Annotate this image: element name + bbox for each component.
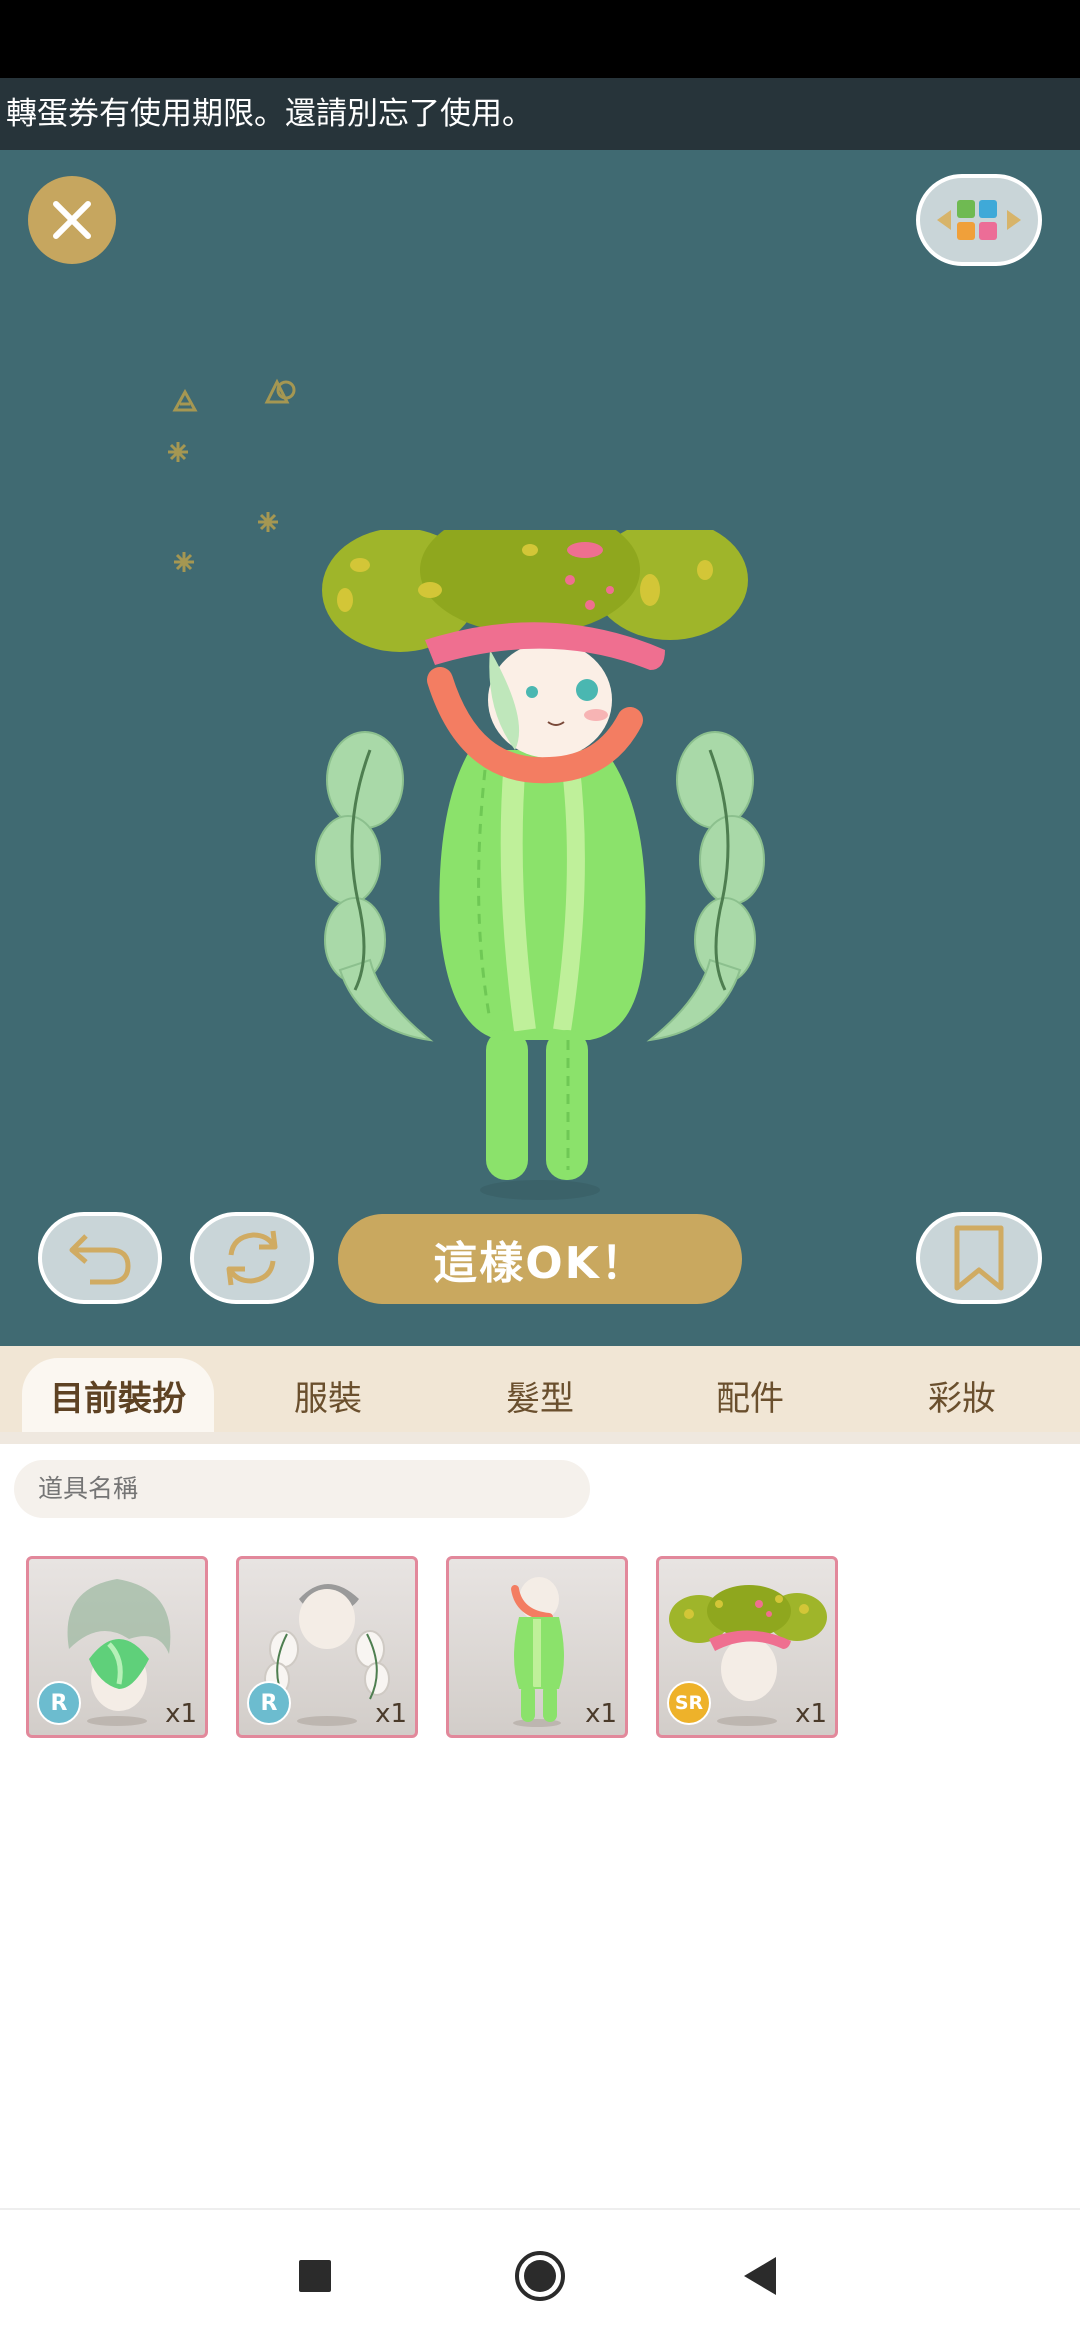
tab-label: 彩妝 [928, 1378, 996, 1419]
bookmark-icon [954, 1225, 1004, 1291]
tab-current-outfit[interactable]: 目前裝扮 [22, 1358, 214, 1432]
item-card[interactable]: R x1 [26, 1556, 208, 1738]
close-button[interactable] [28, 176, 116, 264]
item-quantity: x1 [795, 1699, 827, 1729]
recents-square-icon [299, 2260, 331, 2292]
item-quantity: x1 [165, 1699, 197, 1729]
rarity-badge: SR [667, 1681, 711, 1725]
tab-label: 目前裝扮 [50, 1378, 186, 1419]
item-card[interactable]: SR x1 [656, 1556, 838, 1738]
character-preview-stage: 這樣OK！ [0, 150, 1080, 1346]
undo-button[interactable] [38, 1212, 162, 1304]
home-circle-icon [515, 2251, 565, 2301]
tab-label: 髮型 [506, 1378, 574, 1419]
back-triangle-icon [744, 2257, 776, 2295]
bookmark-button[interactable] [916, 1212, 1042, 1304]
confirm-label: 這樣OK！ [433, 1238, 647, 1289]
home-button[interactable] [480, 2210, 600, 2342]
system-navigation-bar [0, 2208, 1080, 2340]
item-quantity: x1 [585, 1699, 617, 1729]
rarity-badge: R [247, 1681, 291, 1725]
close-icon [53, 201, 91, 239]
tab-makeup[interactable]: 彩妝 [862, 1358, 1062, 1432]
tab-clothing[interactable]: 服裝 [230, 1358, 426, 1432]
recents-button[interactable] [255, 2210, 375, 2342]
color-grid-icon [937, 200, 1021, 240]
undo-arrow-icon [69, 1234, 131, 1285]
tab-label: 配件 [716, 1378, 784, 1419]
notice-banner: 轉蛋券有使用期限。還請別忘了使用。 [0, 78, 1080, 150]
character-avatar [315, 530, 765, 1200]
confirm-outfit-button[interactable]: 這樣OK！ [338, 1214, 742, 1304]
tab-hairstyle[interactable]: 髮型 [440, 1358, 640, 1432]
item-card[interactable]: R x1 [236, 1556, 418, 1738]
rarity-badge: R [37, 1681, 81, 1725]
item-name-search-input[interactable] [14, 1460, 590, 1518]
sparkle-decoration [160, 370, 310, 624]
refresh-button[interactable] [190, 1212, 314, 1304]
item-card[interactable]: x1 [446, 1556, 628, 1738]
category-tabs: 目前裝扮 服裝 髮型 配件 彩妝 [0, 1346, 1080, 1432]
tab-accessories[interactable]: 配件 [650, 1358, 850, 1432]
tab-label: 服裝 [294, 1378, 362, 1419]
back-button[interactable] [700, 2210, 820, 2342]
color-layout-button[interactable] [916, 174, 1042, 266]
notice-text: 轉蛋券有使用期限。還請別忘了使用。 [6, 96, 533, 132]
status-bar [0, 0, 1080, 78]
item-quantity: x1 [375, 1699, 407, 1729]
refresh-icon [226, 1230, 278, 1286]
tab-underline-track [0, 1432, 1080, 1444]
